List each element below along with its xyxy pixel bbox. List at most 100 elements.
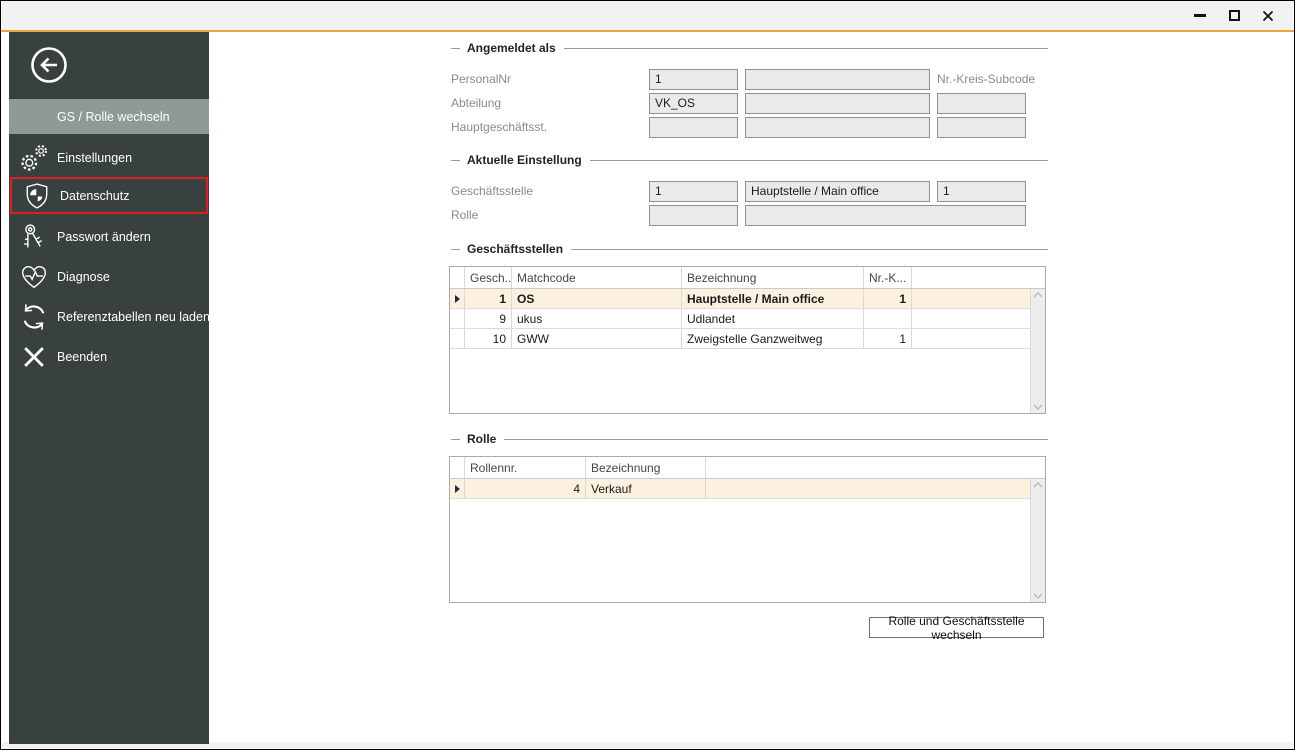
row-selected-indicator xyxy=(450,289,465,308)
column-header-rollennr[interactable]: Rollennr. xyxy=(465,457,586,478)
row-selected-indicator xyxy=(450,479,465,498)
column-header-bezeichnung[interactable]: Bezeichnung xyxy=(586,457,706,478)
cell-bezeichnung: Hauptstelle / Main office xyxy=(682,289,864,308)
field-abteilung-name[interactable] xyxy=(745,93,930,114)
sidebar-item-beenden[interactable]: Beenden xyxy=(9,338,209,375)
table-header-row: Rollennr. Bezeichnung xyxy=(450,457,1045,479)
heading-rule xyxy=(589,159,1048,161)
cell-nrk xyxy=(864,309,912,328)
header-indicator xyxy=(450,457,465,478)
label-geschaeftsstelle: Geschäftsstelle xyxy=(451,184,534,198)
geschaeftsstellen-table: Gesch... Matchcode Bezeichnung Nr.-K... … xyxy=(449,266,1046,414)
heading-dash xyxy=(451,159,460,161)
gears-icon xyxy=(15,141,53,175)
column-header-nrk[interactable]: Nr.-K... xyxy=(864,267,912,288)
cell-empty xyxy=(912,329,1045,348)
vertical-scrollbar[interactable] xyxy=(1030,479,1045,602)
cell-empty xyxy=(912,309,1045,328)
sidebar-item-label: Referenztabellen neu laden xyxy=(57,309,210,324)
cell-bezeichnung: Verkauf xyxy=(586,479,706,498)
sidebar-item-diagnose[interactable]: Diagnose xyxy=(9,258,209,295)
row-arrow-icon xyxy=(454,294,460,303)
field-rolle-nr[interactable] xyxy=(649,205,738,226)
cell-matchcode: GWW xyxy=(512,329,682,348)
field-hauptgeschaeftsst[interactable] xyxy=(649,117,738,138)
close-button[interactable] xyxy=(1251,4,1285,28)
cell-nrk: 1 xyxy=(864,289,912,308)
cell-empty xyxy=(912,289,1045,308)
cell-nrk: 1 xyxy=(864,329,912,348)
sidebar-item-label: GS / Rolle wechseln xyxy=(57,109,170,124)
label-hauptgeschaeftsst: Hauptgeschäftsst. xyxy=(451,120,548,134)
sidebar-item-datenschutz[interactable]: Datenschutz xyxy=(10,177,208,214)
section-heading-geschaeftsstellen: Geschäftsstellen xyxy=(451,242,1048,256)
cell-rollennr: 4 xyxy=(465,479,586,498)
label-personalnr: PersonalNr xyxy=(451,72,512,86)
section-title: Angemeldet als xyxy=(467,41,556,55)
table-row[interactable]: 10 GWW Zweigstelle Ganzweitweg 1 xyxy=(450,329,1045,349)
section-heading-rolle: Rolle xyxy=(451,432,1048,446)
sidebar-item-referenztabellen[interactable]: Referenztabellen neu laden xyxy=(9,298,210,335)
field-hauptgeschaeftsst-subcode[interactable] xyxy=(937,117,1026,138)
field-rolle-name[interactable] xyxy=(745,205,1026,226)
field-geschaeftsstelle-subcode[interactable]: 1 xyxy=(937,181,1026,202)
field-personalnr-name[interactable] xyxy=(745,69,930,90)
sidebar-item-label: Datenschutz xyxy=(60,188,130,203)
column-header-matchcode[interactable]: Matchcode xyxy=(512,267,682,288)
sidebar-item-gs-rolle-wechseln[interactable]: GS / Rolle wechseln xyxy=(9,99,209,134)
minimize-icon xyxy=(1194,14,1206,17)
sidebar-item-passwort-aendern[interactable]: Passwort ändern xyxy=(9,218,209,255)
x-icon xyxy=(15,340,53,374)
cell-empty xyxy=(706,479,1045,498)
cell-matchcode: ukus xyxy=(512,309,682,328)
header-indicator xyxy=(450,267,465,288)
table-row[interactable]: 1 OS Hauptstelle / Main office 1 xyxy=(450,289,1045,309)
label-abteilung: Abteilung xyxy=(451,96,502,110)
section-heading-aktuelle-einstellung: Aktuelle Einstellung xyxy=(451,153,1048,167)
close-icon xyxy=(1262,10,1274,21)
table-row[interactable]: 9 ukus Udlandet xyxy=(450,309,1045,329)
sidebar-item-einstellungen[interactable]: Einstellungen xyxy=(9,140,209,176)
field-geschaeftsstelle-name[interactable]: Hauptstelle / Main office xyxy=(745,181,930,202)
section-title: Rolle xyxy=(467,432,497,446)
field-hauptgeschaeftsst-name[interactable] xyxy=(745,117,930,138)
cell-gesch-nr: 9 xyxy=(465,309,512,328)
cell-matchcode: OS xyxy=(512,289,682,308)
heading-dash xyxy=(451,248,460,250)
field-geschaeftsstelle-nr[interactable]: 1 xyxy=(649,181,738,202)
back-button[interactable] xyxy=(29,45,69,85)
label-rolle: Rolle xyxy=(451,208,479,222)
minimize-button[interactable] xyxy=(1183,4,1217,28)
rolle-wechseln-button[interactable]: Rolle und Geschäftsstelle wechseln xyxy=(869,614,1044,642)
cell-gesch-nr: 10 xyxy=(465,329,512,348)
field-personalnr[interactable]: 1 xyxy=(649,69,738,90)
cell-gesch-nr: 1 xyxy=(465,289,512,308)
heading-rule xyxy=(504,438,1048,440)
section-title: Geschäftsstellen xyxy=(467,242,564,256)
scroll-down-icon xyxy=(1033,593,1043,599)
field-abteilung[interactable]: VK_OS xyxy=(649,93,738,114)
field-abteilung-subcode[interactable] xyxy=(937,93,1026,114)
sidebar-item-label: Einstellungen xyxy=(57,151,133,165)
heart-pulse-icon xyxy=(15,260,53,294)
refresh-icon xyxy=(15,300,53,334)
section-heading-angemeldet-als: Angemeldet als xyxy=(451,41,1048,55)
heading-dash xyxy=(451,47,460,49)
scroll-up-icon xyxy=(1033,292,1043,298)
scroll-up-icon xyxy=(1033,482,1043,488)
title-bar xyxy=(2,1,1293,30)
section-title: Aktuelle Einstellung xyxy=(467,153,582,167)
table-header-row: Gesch... Matchcode Bezeichnung Nr.-K... xyxy=(450,267,1045,289)
row-arrow-icon xyxy=(454,484,460,493)
scroll-down-icon xyxy=(1033,404,1043,410)
heading-dash xyxy=(451,438,460,440)
row-indicator xyxy=(450,309,465,328)
column-header-gesch[interactable]: Gesch... xyxy=(465,267,512,288)
sidebar-item-label: Beenden xyxy=(57,349,108,364)
maximize-button[interactable] xyxy=(1217,4,1251,28)
column-header-empty xyxy=(912,267,1045,288)
back-arrow-icon xyxy=(31,47,67,83)
column-header-bezeichnung[interactable]: Bezeichnung xyxy=(682,267,864,288)
vertical-scrollbar[interactable] xyxy=(1030,289,1045,413)
table-row[interactable]: 4 Verkauf xyxy=(450,479,1045,499)
